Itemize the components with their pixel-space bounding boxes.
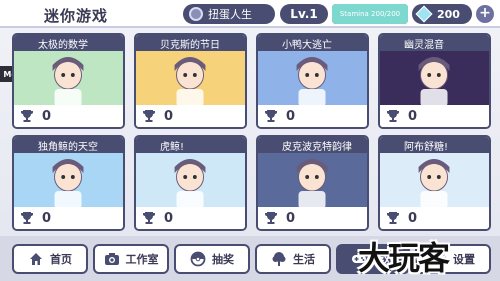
game-card-score: 0	[164, 210, 174, 226]
game-card[interactable]: 阿布舒糖! 0	[378, 135, 491, 231]
stamina-bar: Stamina 200/200	[332, 4, 408, 24]
game-card-title: 虎鲸!	[136, 137, 245, 153]
tree-icon	[272, 252, 286, 266]
game-card-score-row: 0	[14, 105, 123, 127]
trophy-icon	[265, 110, 277, 122]
page-title: 迷你游戏	[44, 7, 109, 25]
game-card-score: 0	[164, 108, 174, 124]
game-card-title: 小鸭大逃亡	[258, 35, 367, 51]
game-card-art	[14, 153, 123, 209]
game-card[interactable]: 太极的数学 0	[12, 33, 125, 129]
capsule-icon	[189, 7, 203, 21]
level-label: Lv.1	[290, 7, 318, 21]
watermark-logo: 大玩客	[358, 239, 450, 277]
game-card-score-row: 0	[14, 207, 123, 229]
home-icon	[30, 253, 42, 265]
game-card-score-row: 0	[136, 105, 245, 127]
game-card-art	[14, 51, 123, 107]
game-card-art	[258, 51, 367, 107]
game-card-score: 0	[408, 108, 418, 124]
gacha-life-label: 扭蛋人生	[208, 8, 252, 21]
game-card-art	[136, 153, 245, 209]
nav-home-label: 首页	[50, 253, 72, 266]
trophy-icon	[21, 110, 33, 122]
game-card-art	[380, 153, 489, 209]
trophy-icon	[143, 212, 155, 224]
game-card-title: 贝克斯的节日	[136, 35, 245, 51]
game-card-score: 0	[286, 108, 296, 124]
game-card-score-row: 0	[258, 105, 367, 127]
stamina-text: Stamina 200/200	[339, 10, 401, 18]
game-card-title: 太极的数学	[14, 35, 123, 51]
gem-counter: 200	[412, 4, 472, 24]
game-card-title: 幽灵混音	[380, 35, 489, 51]
game-card-score: 0	[408, 210, 418, 226]
trophy-icon	[387, 110, 399, 122]
game-card[interactable]: 独角鲸的天空 0	[12, 135, 125, 231]
game-card[interactable]: 皮克波克特韵律 0	[256, 135, 369, 231]
game-card[interactable]: 小鸭大逃亡 0	[256, 33, 369, 129]
game-card-score-row: 0	[380, 207, 489, 229]
game-card-score: 0	[42, 108, 52, 124]
game-card[interactable]: 贝克斯的节日 0	[134, 33, 247, 129]
nav-studio-button[interactable]: 工作室	[93, 244, 169, 274]
nav-settings-label: 设置	[453, 253, 475, 266]
game-card-score: 0	[42, 210, 52, 226]
nav-gacha-label: 抽奖	[212, 253, 234, 266]
add-gems-button[interactable]: +	[476, 5, 494, 23]
game-card-score-row: 0	[380, 105, 489, 127]
game-card-score: 0	[286, 210, 296, 226]
game-card-title: 独角鲸的天空	[14, 137, 123, 153]
game-card[interactable]: 虎鲸! 0	[134, 135, 247, 231]
gacha-icon	[190, 251, 206, 267]
trophy-icon	[143, 110, 155, 122]
nav-studio-label: 工作室	[125, 253, 159, 266]
game-card-art	[258, 153, 367, 209]
trophy-icon	[387, 212, 399, 224]
nav-life-button[interactable]: 生活	[255, 244, 331, 274]
trophy-icon	[265, 212, 277, 224]
trophy-icon	[21, 212, 33, 224]
level-badge: Lv.1	[280, 4, 328, 24]
diamond-icon	[415, 5, 433, 23]
game-card-score-row: 0	[258, 207, 367, 229]
nav-life-label: 生活	[293, 253, 315, 266]
gacha-life-button[interactable]: 扭蛋人生	[183, 4, 275, 24]
game-card-title: 阿布舒糖!	[380, 137, 489, 153]
nav-gacha-button[interactable]: 抽奖	[174, 244, 250, 274]
game-card-art	[380, 51, 489, 107]
game-card-art	[136, 51, 245, 107]
camera-icon	[104, 253, 119, 265]
top-bar: 迷你游戏 扭蛋人生 Lv.1 Stamina 200/200 200 +	[0, 0, 500, 28]
game-card-title: 皮克波克特韵律	[258, 137, 367, 153]
game-card-score-row: 0	[136, 207, 245, 229]
game-card[interactable]: 幽灵混音 0	[378, 33, 491, 129]
gem-count: 200	[437, 7, 460, 21]
nav-home-button[interactable]: 首页	[12, 244, 88, 274]
